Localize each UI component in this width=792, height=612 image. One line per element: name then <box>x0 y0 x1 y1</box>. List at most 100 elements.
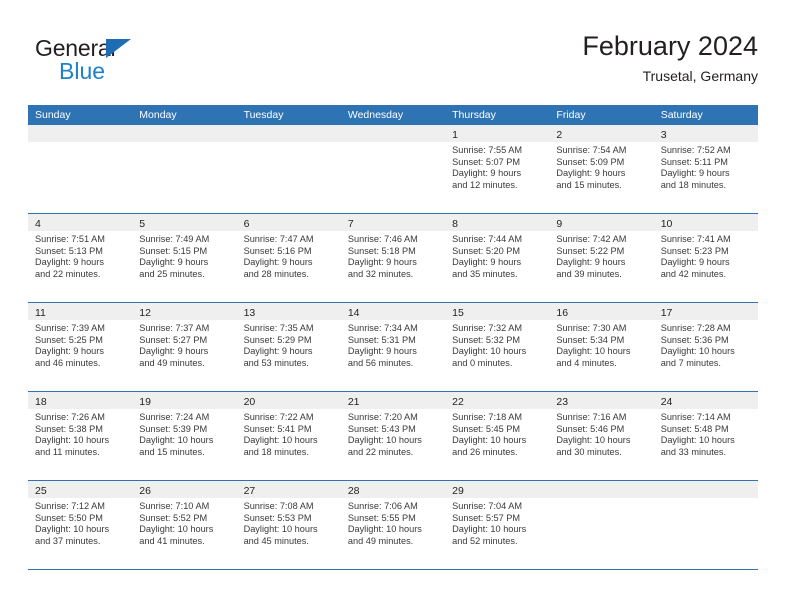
daylight-text-line1: Daylight: 10 hours <box>347 435 422 446</box>
day-sun-info: Sunrise: 7:28 AM Sunset: 5:36 PM Daylight:… <box>654 320 758 369</box>
generalblue-logo[interactable]: General Blue <box>35 36 215 88</box>
sunrise-text: Sunrise: 7:52 AM <box>660 145 731 155</box>
day-sun-info: Sunrise: 7:44 AM Sunset: 5:20 PM Daylight:… <box>445 231 549 280</box>
day-cell[interactable]: 15 Sunrise: 7:32 AM Sunset: 5:32 PM Dayligh… <box>445 303 550 391</box>
day-cell[interactable]: 16 Sunrise: 7:30 AM Sunset: 5:34 PM Dayligh… <box>549 303 654 391</box>
sunset-text: Sunset: 5:11 PM <box>660 156 728 167</box>
sunset-text: Sunset: 5:32 PM <box>452 334 521 345</box>
day-sun-info: Sunrise: 7:39 AM Sunset: 5:25 PM Daylight:… <box>28 320 132 369</box>
daylight-text-line2: and 53 minutes. <box>243 357 309 368</box>
sunset-text: Sunset: 5:25 PM <box>35 334 103 345</box>
day-cell[interactable]: 19 Sunrise: 7:24 AM Sunset: 5:39 PM Dayligh… <box>132 392 237 480</box>
day-cell[interactable]: 7 Sunrise: 7:46 AM Sunset: 5:18 PM Daylight… <box>340 214 446 302</box>
day-sun-info: Sunrise: 7:08 AM Sunset: 5:53 PM Daylight:… <box>237 498 341 547</box>
sunrise-text: Sunrise: 7:35 AM <box>243 323 314 333</box>
day-cell[interactable]: 9 Sunrise: 7:42 AM Sunset: 5:22 PM Daylight… <box>549 214 654 302</box>
day-cell[interactable]: 23 Sunrise: 7:16 AM Sunset: 5:46 PM Dayligh… <box>549 392 654 480</box>
day-cell[interactable]: 24 Sunrise: 7:14 AM Sunset: 5:48 PM Dayligh… <box>653 392 758 480</box>
sunrise-text: Sunrise: 7:55 AM <box>452 145 523 155</box>
day-number: 21 <box>347 396 360 408</box>
day-sun-info: Sunrise: 7:10 AM Sunset: 5:52 PM Daylight:… <box>132 498 236 547</box>
sunset-text: Sunset: 5:22 PM <box>556 245 625 256</box>
sunset-text: Sunset: 5:15 PM <box>139 245 208 256</box>
sunset-text: Sunset: 5:52 PM <box>139 512 208 523</box>
day-number-band <box>549 481 654 498</box>
day-cell[interactable]: 21 Sunrise: 7:20 AM Sunset: 5:43 PM Dayligh… <box>340 392 446 480</box>
daylight-text-line2: and 0 minutes. <box>452 357 513 368</box>
daylight-text-line1: Daylight: 9 hours <box>347 346 417 357</box>
day-cell[interactable]: 5 Sunrise: 7:49 AM Sunset: 5:15 PM Daylight… <box>132 214 237 302</box>
day-number-band: 15 <box>445 303 550 320</box>
day-cell[interactable]: 27 Sunrise: 7:08 AM Sunset: 5:53 PM Dayligh… <box>236 481 341 569</box>
sunrise-text: Sunrise: 7:26 AM <box>35 412 105 422</box>
daylight-text-line1: Daylight: 10 hours <box>660 435 735 446</box>
daylight-text-line2: and 12 minutes. <box>452 179 518 190</box>
sunset-text: Sunset: 5:50 PM <box>35 512 103 523</box>
daylight-text-line2: and 49 minutes. <box>347 535 414 546</box>
daylight-text-line2: and 22 minutes. <box>347 446 414 457</box>
day-cell[interactable]: 6 Sunrise: 7:47 AM Sunset: 5:16 PM Daylight… <box>236 214 341 302</box>
day-number-band: 26 <box>132 481 237 498</box>
sunset-text: Sunset: 5:43 PM <box>347 423 416 434</box>
sunset-text: Sunset: 5:45 PM <box>452 423 521 434</box>
day-cell[interactable]: 11 Sunrise: 7:39 AM Sunset: 5:25 PM Dayligh… <box>28 303 133 391</box>
day-cell[interactable]: 20 Sunrise: 7:22 AM Sunset: 5:41 PM Dayligh… <box>236 392 341 480</box>
day-number: 1 <box>452 129 458 141</box>
day-cell[interactable]: 22 Sunrise: 7:18 AM Sunset: 5:45 PM Dayligh… <box>445 392 550 480</box>
day-number-band: 11 <box>28 303 133 320</box>
day-cell[interactable]: 13 Sunrise: 7:35 AM Sunset: 5:29 PM Dayligh… <box>236 303 341 391</box>
day-cell[interactable]: 2 Sunrise: 7:54 AM Sunset: 5:09 PM Daylight… <box>549 125 654 213</box>
day-cell-empty <box>340 125 446 213</box>
day-cell[interactable]: 8 Sunrise: 7:44 AM Sunset: 5:20 PM Daylight… <box>445 214 550 302</box>
sunrise-text: Sunrise: 7:30 AM <box>556 323 627 333</box>
day-sun-info: Sunrise: 7:24 AM Sunset: 5:39 PM Daylight:… <box>132 409 236 458</box>
day-cell[interactable]: 12 Sunrise: 7:37 AM Sunset: 5:27 PM Dayligh… <box>132 303 237 391</box>
weekday-header-friday: Friday <box>556 109 586 121</box>
day-number-band <box>132 125 237 142</box>
day-sun-info: Sunrise: 7:04 AM Sunset: 5:57 PM Daylight:… <box>445 498 549 547</box>
day-cell[interactable]: 29 Sunrise: 7:04 AM Sunset: 5:57 PM Dayligh… <box>445 481 550 569</box>
day-cell[interactable]: 14 Sunrise: 7:34 AM Sunset: 5:31 PM Dayligh… <box>340 303 446 391</box>
day-cell[interactable]: 10 Sunrise: 7:41 AM Sunset: 5:23 PM Dayligh… <box>653 214 758 302</box>
daylight-text-line2: and 25 minutes. <box>139 268 205 279</box>
day-cell[interactable]: 1 Sunrise: 7:55 AM Sunset: 5:07 PM Daylight… <box>445 125 550 213</box>
daylight-text-line1: Daylight: 10 hours <box>243 524 318 535</box>
sunset-text: Sunset: 5:36 PM <box>660 334 729 345</box>
sunrise-text: Sunrise: 7:14 AM <box>660 412 731 422</box>
day-cell[interactable]: 4 Sunrise: 7:51 AM Sunset: 5:13 PM Daylight… <box>28 214 133 302</box>
daylight-text-line2: and 46 minutes. <box>35 357 101 368</box>
day-number-band: 22 <box>445 392 550 409</box>
day-sun-info: Sunrise: 7:14 AM Sunset: 5:48 PM Daylight:… <box>654 409 758 458</box>
daylight-text-line2: and 42 minutes. <box>660 268 727 279</box>
day-cell[interactable]: 28 Sunrise: 7:06 AM Sunset: 5:55 PM Dayligh… <box>340 481 446 569</box>
day-number-band: 20 <box>236 392 341 409</box>
day-cell-empty <box>236 125 341 213</box>
day-cell[interactable]: 3 Sunrise: 7:52 AM Sunset: 5:11 PM Daylight… <box>653 125 758 213</box>
day-cell[interactable]: 26 Sunrise: 7:10 AM Sunset: 5:52 PM Dayligh… <box>132 481 237 569</box>
sunrise-text: Sunrise: 7:32 AM <box>452 323 523 333</box>
daylight-text-line2: and 39 minutes. <box>556 268 622 279</box>
day-cell[interactable]: 18 Sunrise: 7:26 AM Sunset: 5:38 PM Dayligh… <box>28 392 133 480</box>
day-number-band: 24 <box>653 392 758 409</box>
daylight-text-line2: and 11 minutes. <box>35 446 100 457</box>
day-cell[interactable]: 25 Sunrise: 7:12 AM Sunset: 5:50 PM Dayligh… <box>28 481 133 569</box>
sunrise-text: Sunrise: 7:47 AM <box>243 234 314 244</box>
day-sun-info: Sunrise: 7:26 AM Sunset: 5:38 PM Daylight:… <box>28 409 132 458</box>
day-sun-info: Sunrise: 7:34 AM Sunset: 5:31 PM Daylight:… <box>341 320 445 369</box>
sunrise-text: Sunrise: 7:04 AM <box>452 501 523 511</box>
day-number-band <box>340 125 446 142</box>
calendar-weeks: 1 Sunrise: 7:55 AM Sunset: 5:07 PM Daylight… <box>28 125 758 570</box>
day-number: 26 <box>139 485 151 497</box>
day-number: 14 <box>347 307 360 319</box>
weekday-header-saturday: Saturday <box>660 109 703 121</box>
day-number-band: 18 <box>28 392 133 409</box>
logo-text-blue: Blue <box>59 58 106 84</box>
sunrise-text: Sunrise: 7:06 AM <box>347 501 418 511</box>
day-number: 29 <box>452 485 464 497</box>
daylight-text-line2: and 7 minutes. <box>660 357 721 368</box>
calendar-week-row: 4 Sunrise: 7:51 AM Sunset: 5:13 PM Daylight… <box>28 214 758 303</box>
day-cell[interactable]: 17 Sunrise: 7:28 AM Sunset: 5:36 PM Dayligh… <box>653 303 758 391</box>
calendar-week-row: 1 Sunrise: 7:55 AM Sunset: 5:07 PM Daylight… <box>28 125 758 214</box>
calendar-week-row: 11 Sunrise: 7:39 AM Sunset: 5:25 PM Dayligh… <box>28 303 758 392</box>
day-number: 5 <box>139 218 146 230</box>
